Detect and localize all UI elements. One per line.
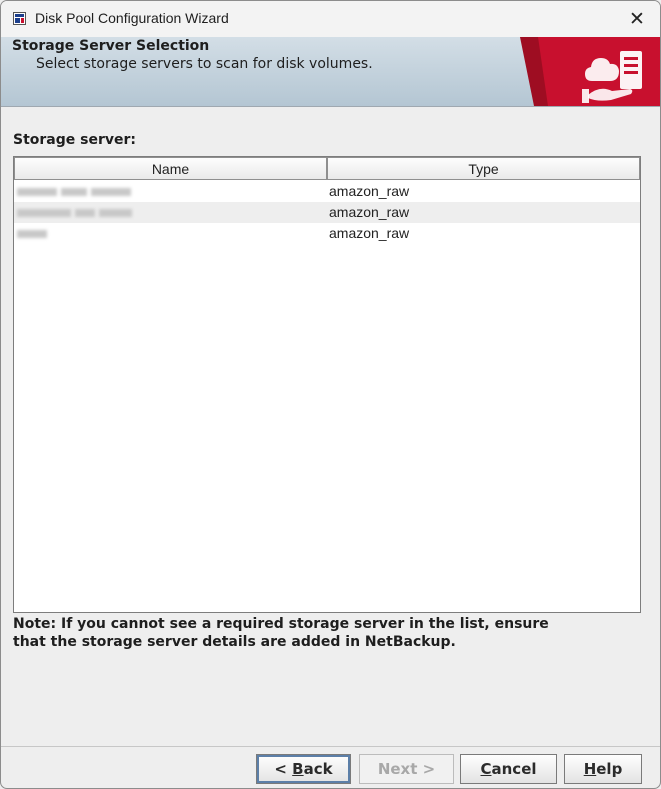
banner-subtitle: Select storage servers to scan for disk … xyxy=(36,56,373,72)
banner-title: Storage Server Selection xyxy=(12,38,210,54)
storage-server-label: Storage server: xyxy=(13,132,136,148)
back-button-label: ack xyxy=(303,760,333,778)
server-type-cell: amazon_raw xyxy=(329,183,410,199)
cancel-button-mnemonic: C xyxy=(480,760,492,778)
note-text: Note: If you cannot see a required stora… xyxy=(13,615,643,651)
storage-server-logo-icon xyxy=(520,37,660,106)
cancel-button[interactable]: Cancel xyxy=(460,754,557,784)
help-button-mnemonic: H xyxy=(583,760,597,778)
next-button[interactable]: Next > xyxy=(359,754,454,784)
table-row[interactable]: amazon_raw xyxy=(14,223,640,244)
next-button-label: Next > xyxy=(377,760,436,778)
server-type-cell: amazon_raw xyxy=(329,204,410,220)
table-header: Name Type xyxy=(14,157,640,180)
wizard-banner: Storage Server Selection Select storage … xyxy=(1,37,660,107)
table-row[interactable]: amazon_raw xyxy=(14,202,640,223)
note-line-1: Note: If you cannot see a required stora… xyxy=(13,616,549,632)
back-button-mnemonic: B xyxy=(292,760,304,778)
title-bar: Disk Pool Configuration Wizard ✕ xyxy=(1,1,660,37)
column-header-type[interactable]: Type xyxy=(327,157,640,180)
app-icon xyxy=(13,12,26,25)
column-header-name[interactable]: Name xyxy=(14,157,327,180)
footer-divider xyxy=(1,746,660,747)
back-button[interactable]: < Back xyxy=(256,754,351,784)
server-type-cell: amazon_raw xyxy=(329,225,410,241)
note-line-2: that the storage server details are adde… xyxy=(13,634,456,650)
server-name-cell xyxy=(16,205,316,220)
back-button-prefix: < xyxy=(274,760,293,778)
table-rows: amazon_raw amazon_raw amazon_raw xyxy=(14,181,640,244)
help-button[interactable]: Help xyxy=(564,754,642,784)
window-title: Disk Pool Configuration Wizard xyxy=(35,10,229,26)
help-button-label: elp xyxy=(596,760,623,778)
server-name-cell xyxy=(16,226,316,241)
storage-server-table[interactable]: Name Type amazon_raw amazon_raw amazon_r… xyxy=(13,156,641,613)
table-row[interactable]: amazon_raw xyxy=(14,181,640,202)
close-icon: ✕ xyxy=(629,8,645,30)
cancel-button-label: ancel xyxy=(491,760,537,778)
close-button[interactable]: ✕ xyxy=(614,1,660,37)
server-name-cell xyxy=(16,184,316,199)
wizard-window: Disk Pool Configuration Wizard ✕ Storage… xyxy=(0,0,661,789)
